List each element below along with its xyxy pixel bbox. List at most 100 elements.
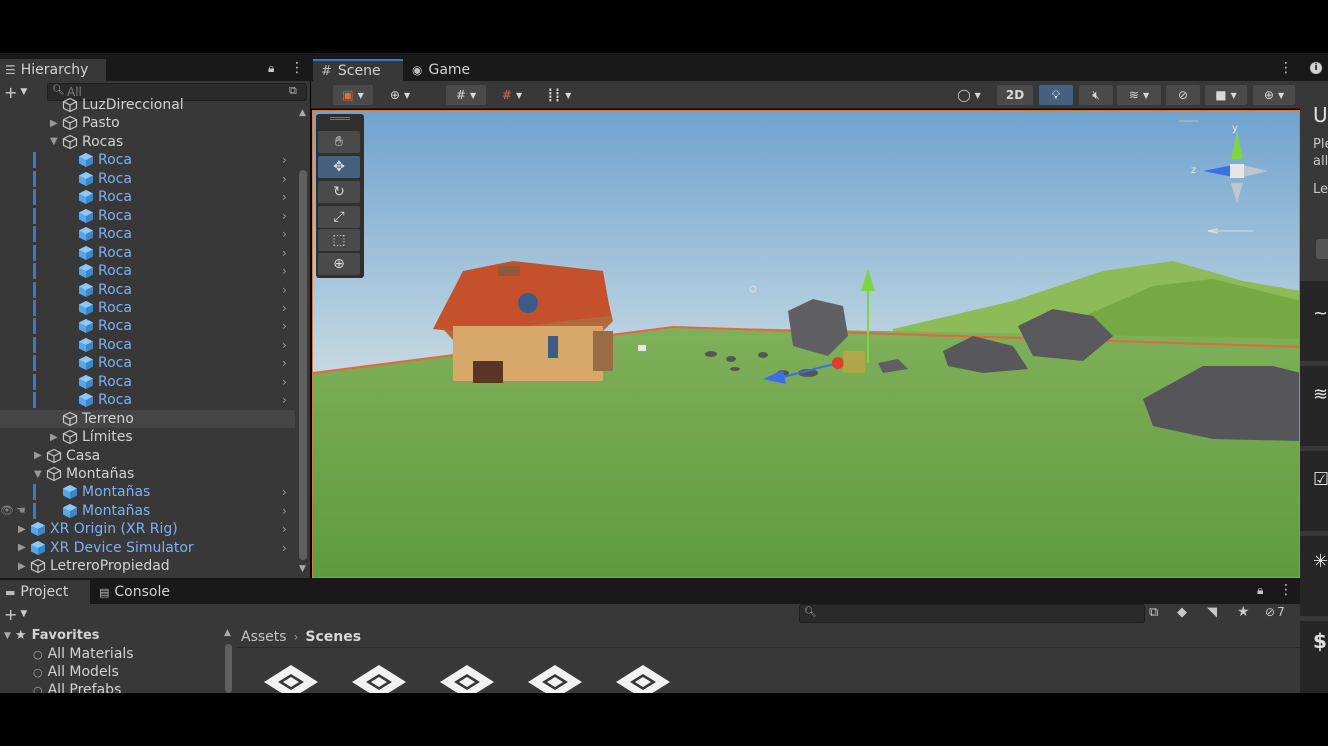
open-prefab-chevron-icon[interactable]: › <box>282 522 287 536</box>
project-lock-icon[interactable]: 🔒︎ <box>1257 583 1263 598</box>
increment-snap-button[interactable]: ┋┋ ▼ <box>538 85 580 105</box>
open-prefab-chevron-icon[interactable]: › <box>282 356 287 370</box>
open-prefab-chevron-icon[interactable]: › <box>282 190 287 204</box>
scene-asset-icon[interactable] <box>525 664 585 693</box>
scale-tool-button[interactable]: ⤢ <box>318 206 360 228</box>
gizmos-button[interactable]: ⊕ ▼ <box>1253 85 1295 105</box>
move-tool-button[interactable]: ✥ <box>318 156 360 178</box>
rect-tool-button[interactable]: ⬚ <box>318 229 360 251</box>
lock-icon[interactable]: 🔒︎ <box>268 61 274 76</box>
draw-mode-button[interactable]: ▣ ▼ <box>333 85 373 105</box>
hand-tool-button[interactable]: ✋︎ <box>318 131 360 153</box>
lighting-toggle-button[interactable]: 💡︎ <box>1039 85 1073 105</box>
open-prefab-chevron-icon[interactable]: › <box>282 319 287 333</box>
scroll-up-arrow-icon[interactable]: ▲ <box>299 108 306 118</box>
scroll-up-arrow-icon[interactable]: ▲ <box>224 628 231 638</box>
open-prefab-chevron-icon[interactable]: › <box>282 301 287 315</box>
open-prefab-chevron-icon[interactable]: › <box>282 209 287 223</box>
open-prefab-chevron-icon[interactable]: › <box>282 393 287 407</box>
expanded-arrow-icon[interactable]: ▼ <box>50 136 60 147</box>
scroll-thumb[interactable] <box>225 644 232 693</box>
grid-snap-button[interactable]: # ▼ <box>492 85 532 105</box>
hierarchy-row[interactable]: ▶ Casa <box>0 447 295 465</box>
scene-asset-icon[interactable] <box>261 664 321 693</box>
expanded-arrow-icon[interactable]: ▼ <box>34 469 44 480</box>
scene-visibility-button[interactable]: ⊘ <box>1166 85 1200 105</box>
project-search-input[interactable]: 🔍︎ <box>799 604 1145 623</box>
hierarchy-row[interactable]: Roca › <box>0 262 295 280</box>
hidden-packages-toggle[interactable]: ⊘ 7 <box>1265 605 1285 619</box>
scene-asset-icon[interactable] <box>437 664 497 693</box>
hierarchy-row[interactable]: Roca › <box>0 207 295 225</box>
tab-project[interactable]: ▬ Project <box>0 580 90 604</box>
open-prefab-chevron-icon[interactable]: › <box>282 227 287 241</box>
breadcrumb-assets[interactable]: Assets <box>241 629 287 645</box>
collapsed-arrow-icon[interactable]: ▶ <box>50 118 60 129</box>
audio-toggle-button[interactable]: 🔇︎ <box>1079 85 1113 105</box>
project-kebab-icon[interactable]: ⋮ <box>1279 582 1293 598</box>
inspector-button[interactable] <box>1316 239 1328 259</box>
hierarchy-row[interactable]: Roca › <box>0 244 295 262</box>
collapsed-arrow-icon[interactable]: ▶ <box>18 561 28 572</box>
hierarchy-row[interactable]: Roca › <box>0 354 295 372</box>
collapsed-arrow-icon[interactable]: ▶ <box>34 450 44 461</box>
open-prefab-chevron-icon[interactable]: › <box>282 172 287 186</box>
project-create-button[interactable]: + ▼ <box>4 605 34 624</box>
hierarchy-row[interactable]: Terreno <box>0 409 295 428</box>
tab-console[interactable]: ▤ Console <box>94 580 184 604</box>
2d-toggle-button[interactable]: 2D <box>997 85 1033 105</box>
search-filter-icon[interactable]: ⧉ <box>289 84 297 98</box>
hierarchy-row[interactable]: ▶ XR Device Simulator › <box>0 539 295 557</box>
open-prefab-chevron-icon[interactable]: › <box>282 504 287 518</box>
hierarchy-row[interactable]: Roca › <box>0 299 295 317</box>
rotate-tool-button[interactable]: ↻ <box>318 181 360 203</box>
hierarchy-row[interactable]: ▼ Rocas <box>0 133 295 151</box>
favorite-item-models[interactable]: ○ All Models <box>33 664 119 680</box>
tab-hierarchy[interactable]: ☰ Hierarchy <box>0 59 106 81</box>
hierarchy-row[interactable]: Roca › <box>0 225 295 243</box>
hierarchy-row[interactable]: Roca › <box>0 336 295 354</box>
kebab-menu-icon[interactable]: ⋮ <box>290 60 304 76</box>
hierarchy-row[interactable]: ▶ XR Origin (XR Rig) › <box>0 520 295 538</box>
pickability-hand-icon[interactable]: ☚ <box>16 504 26 517</box>
info-icon[interactable]: i <box>1310 62 1322 74</box>
favorites-header[interactable]: ▼ ★ Favorites <box>4 628 100 643</box>
hierarchy-row[interactable]: Roca › <box>0 391 295 409</box>
favorite-item-materials[interactable]: ○ All Materials <box>33 646 134 662</box>
open-prefab-chevron-icon[interactable]: › <box>282 246 287 260</box>
scroll-thumb[interactable] <box>299 170 307 560</box>
open-prefab-chevron-icon[interactable]: › <box>282 264 287 278</box>
breadcrumb-scenes[interactable]: Scenes <box>305 629 361 645</box>
open-prefab-chevron-icon[interactable]: › <box>282 485 287 499</box>
camera-settings-button[interactable]: ■ ▼ <box>1205 85 1247 105</box>
tab-game[interactable]: ◉ Game <box>404 59 484 81</box>
open-prefab-chevron-icon[interactable]: › <box>282 283 287 297</box>
camera-mode-button[interactable]: ◯ ▼ <box>948 85 990 105</box>
scroll-down-arrow-icon[interactable]: ▼ <box>299 564 306 574</box>
scene-asset-icon[interactable] <box>349 664 409 693</box>
hierarchy-row[interactable]: LuzDireccional <box>0 98 295 114</box>
collapsed-arrow-icon[interactable]: ▶ <box>50 432 60 443</box>
scene-kebab-icon[interactable]: ⋮ <box>1279 60 1293 76</box>
tools-drag-handle[interactable] <box>330 117 350 120</box>
hierarchy-row[interactable]: ▼ Montañas <box>0 465 295 483</box>
hierarchy-row[interactable]: Montañas › <box>0 483 295 501</box>
tag-icon[interactable]: ◥ <box>1207 605 1217 620</box>
hierarchy-row[interactable]: ▶ Pasto <box>0 114 295 132</box>
search-by-type-icon[interactable]: ⧉ <box>1149 605 1158 620</box>
search-by-label-icon[interactable]: ◆ <box>1177 605 1187 620</box>
open-prefab-chevron-icon[interactable]: › <box>282 153 287 167</box>
hierarchy-row[interactable]: Roca › <box>0 151 295 169</box>
hierarchy-row[interactable]: Roca › <box>0 373 295 391</box>
effects-button[interactable]: ≋ ▼ <box>1117 85 1161 105</box>
hierarchy-row[interactable]: Roca › <box>0 317 295 335</box>
collapsed-arrow-icon[interactable]: ▶ <box>18 542 28 553</box>
collapsed-arrow-icon[interactable]: ▶ <box>18 524 28 535</box>
hierarchy-row[interactable]: Roca › <box>0 188 295 206</box>
scene-asset-icon[interactable] <box>613 664 673 693</box>
global-local-button[interactable]: ⊕ ▼ <box>380 85 420 105</box>
open-prefab-chevron-icon[interactable]: › <box>282 375 287 389</box>
hierarchy-row[interactable]: ▶ Límites <box>0 428 295 446</box>
hierarchy-row[interactable]: ▶ LetreroPropiedad <box>0 557 295 575</box>
transform-tool-button[interactable]: ⊕ <box>318 253 360 275</box>
